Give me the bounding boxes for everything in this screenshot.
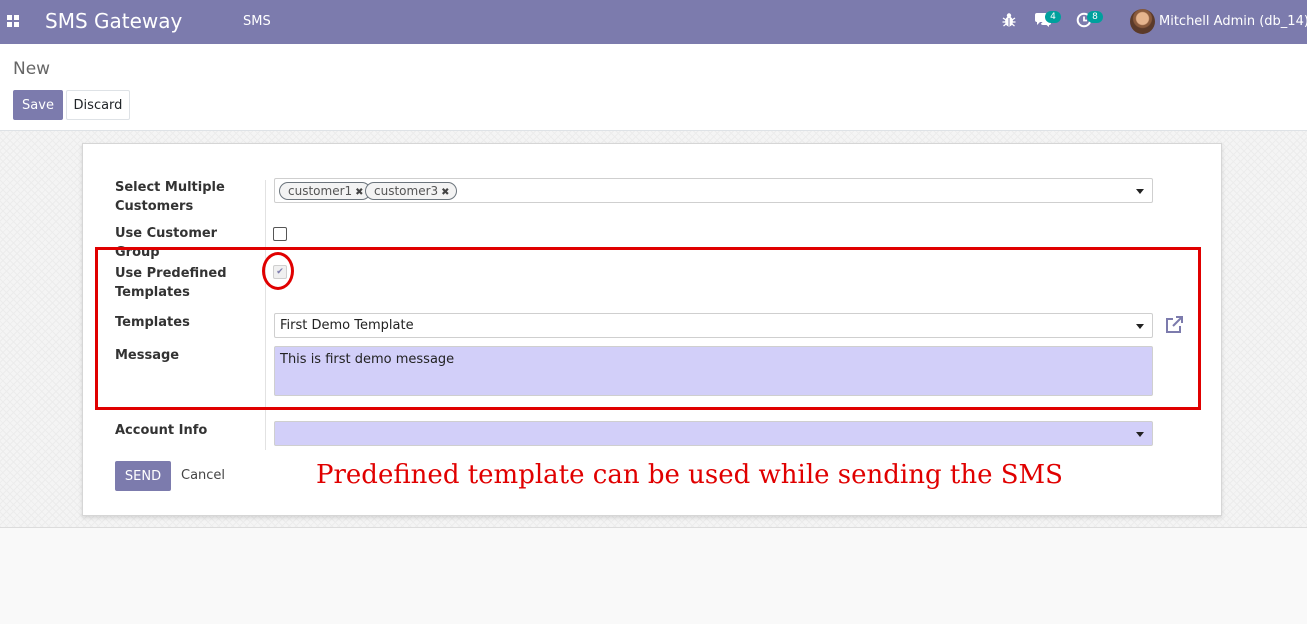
template-section-highlight: [95, 247, 1201, 410]
close-icon[interactable]: ✖: [355, 187, 363, 198]
control-panel: New Save Discard: [0, 44, 1307, 131]
activities-count-badge: 8: [1087, 11, 1103, 23]
send-button[interactable]: SEND: [115, 461, 171, 491]
bug-icon[interactable]: [1001, 12, 1017, 28]
messages-count-badge: 4: [1045, 11, 1061, 23]
discard-button[interactable]: Discard: [66, 90, 130, 120]
user-avatar[interactable]: [1130, 9, 1155, 34]
breadcrumb: New: [13, 59, 51, 79]
apps-grid-icon[interactable]: [7, 15, 20, 28]
close-icon[interactable]: ✖: [441, 187, 449, 198]
customer-tag[interactable]: customer3 ✖: [365, 182, 457, 200]
user-menu[interactable]: Mitchell Admin (db_14): [1159, 14, 1307, 29]
menu-item-sms[interactable]: SMS: [243, 14, 271, 29]
top-navbar: SMS Gateway SMS 4 8 Mitchell Admin (db_1…: [0, 0, 1307, 44]
page-background: [0, 529, 1307, 624]
account-info-label: Account Info: [115, 423, 208, 438]
customer-group-checkbox[interactable]: [273, 227, 287, 241]
caret-down-icon[interactable]: [1136, 432, 1144, 437]
customer-tag[interactable]: customer1 ✖: [279, 182, 371, 200]
caret-down-icon[interactable]: [1136, 189, 1144, 194]
cancel-link[interactable]: Cancel: [181, 468, 225, 483]
annotation-caption: Predefined template can be used while se…: [316, 460, 1063, 490]
customers-label: Select Multiple Customers: [115, 180, 225, 214]
app-title: SMS Gateway: [45, 9, 183, 33]
customers-many2many-field[interactable]: customer1 ✖ customer3 ✖: [274, 178, 1153, 203]
save-button[interactable]: Save: [13, 90, 63, 120]
account-info-select[interactable]: [274, 421, 1153, 446]
